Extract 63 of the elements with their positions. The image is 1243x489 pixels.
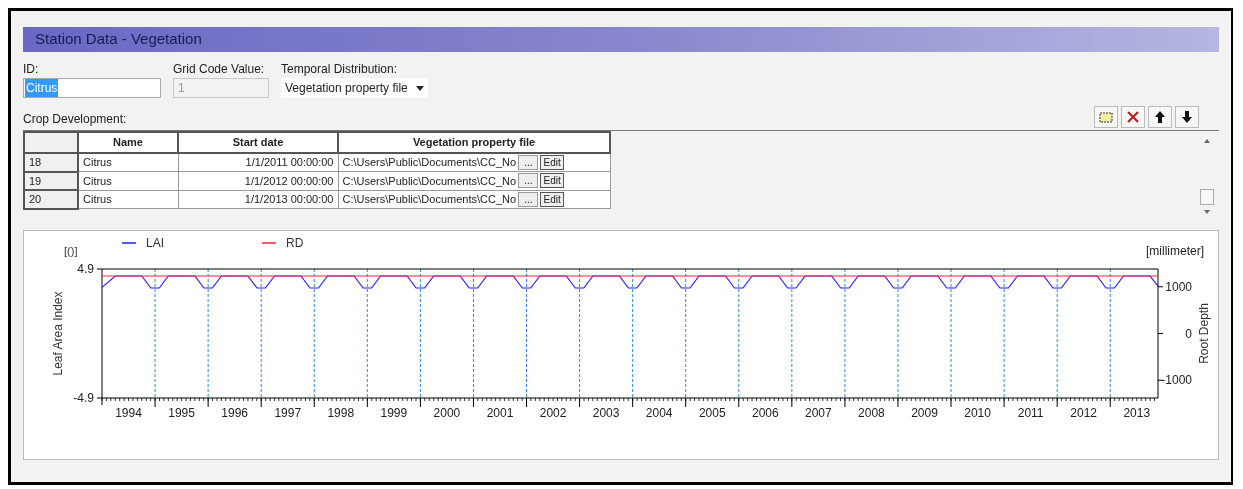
axis-tick-label: 2006	[751, 406, 779, 420]
scroll-down-icon	[1204, 210, 1210, 214]
delete-row-button[interactable]	[1121, 106, 1145, 128]
scroll-up-icon	[1204, 139, 1210, 143]
column-header: Name	[78, 132, 178, 153]
axis-tick-label: 2003	[592, 406, 620, 420]
axis-tick-label: -1000	[1161, 373, 1192, 388]
temporal-distribution-dropdown[interactable]: Vegetation property file	[281, 78, 428, 98]
file-path: C:\Users\Public\Documents\CC_No	[342, 155, 517, 171]
scroll-thumb[interactable]	[1200, 188, 1214, 205]
dropdown-caret-icon	[415, 85, 424, 91]
section-label: Crop Development:	[23, 111, 127, 128]
axis-tick-label: 1997	[274, 406, 302, 420]
axis-tick-label: 2012	[1070, 406, 1098, 420]
axis-tick-label: -4.9	[73, 391, 94, 405]
axis-tick-label: 1999	[380, 406, 408, 420]
axis-tick-label: 2010	[964, 406, 991, 420]
column-header: Vegetation property file	[338, 132, 610, 153]
column-header: Start date	[178, 132, 338, 153]
add-row-button[interactable]	[1094, 106, 1118, 128]
edit-button[interactable]: Edit	[540, 173, 564, 189]
file-path: C:\Users\Public\Documents\CC_No	[342, 173, 517, 189]
field-label: ID:	[23, 61, 40, 78]
axis-tick-label: 1000	[1165, 279, 1192, 294]
axis-tick-label: 0	[1185, 326, 1192, 341]
axis-tick-label: 2009	[911, 406, 938, 420]
move-down-button[interactable]	[1175, 106, 1199, 128]
unit-label: [()]	[64, 245, 78, 257]
arrow-up-icon	[1154, 110, 1166, 124]
browse-button[interactable]: ...	[518, 191, 539, 207]
axis-title: Root Depth	[1197, 303, 1211, 364]
legend-label: RD	[286, 236, 304, 250]
delete-icon	[1126, 110, 1140, 124]
browse-button[interactable]: ...	[518, 173, 539, 189]
new-row-icon	[1099, 111, 1113, 123]
unit-label: [millimeter]	[1146, 244, 1204, 258]
axis-tick-label: 2011	[1017, 406, 1044, 420]
axis-tick-label: 1998	[327, 406, 355, 420]
axis-tick-label: 2000	[433, 406, 461, 420]
window-title: Station Data - Vegetation	[23, 27, 1219, 52]
axis-tick-label: 1996	[221, 406, 248, 420]
field-label: Temporal Distribution:	[281, 61, 399, 78]
edit-button[interactable]: Edit	[540, 155, 564, 170]
axis-tick-label: 2001	[486, 406, 514, 420]
axis-tick-label: 2008	[858, 406, 885, 420]
axis-tick-label: 2005	[698, 406, 726, 420]
arrow-down-icon	[1181, 110, 1193, 124]
field-value: Citrus	[25, 79, 59, 97]
legend-label: LAI	[146, 236, 164, 250]
axis-tick-label: 1994	[115, 406, 142, 420]
edit-button[interactable]: Edit	[540, 191, 564, 207]
axis-tick-label: 2013	[1123, 406, 1151, 420]
browse-button[interactable]: ...	[518, 155, 539, 170]
file-path: C:\Users\Public\Documents\CC_No	[342, 192, 517, 207]
axis-tick-label: 2002	[539, 406, 567, 420]
axis-tick-label: 1995	[168, 406, 195, 420]
axis-title: Leaf Area Index	[51, 291, 65, 376]
axis-tick-label: 2004	[645, 406, 673, 420]
axis-tick-label: 4.9	[77, 262, 94, 276]
move-up-button[interactable]	[1148, 106, 1172, 128]
field-label: Grid Code Value:	[173, 61, 266, 78]
axis-tick-label: 2007	[805, 406, 832, 420]
table-corner	[24, 132, 78, 153]
